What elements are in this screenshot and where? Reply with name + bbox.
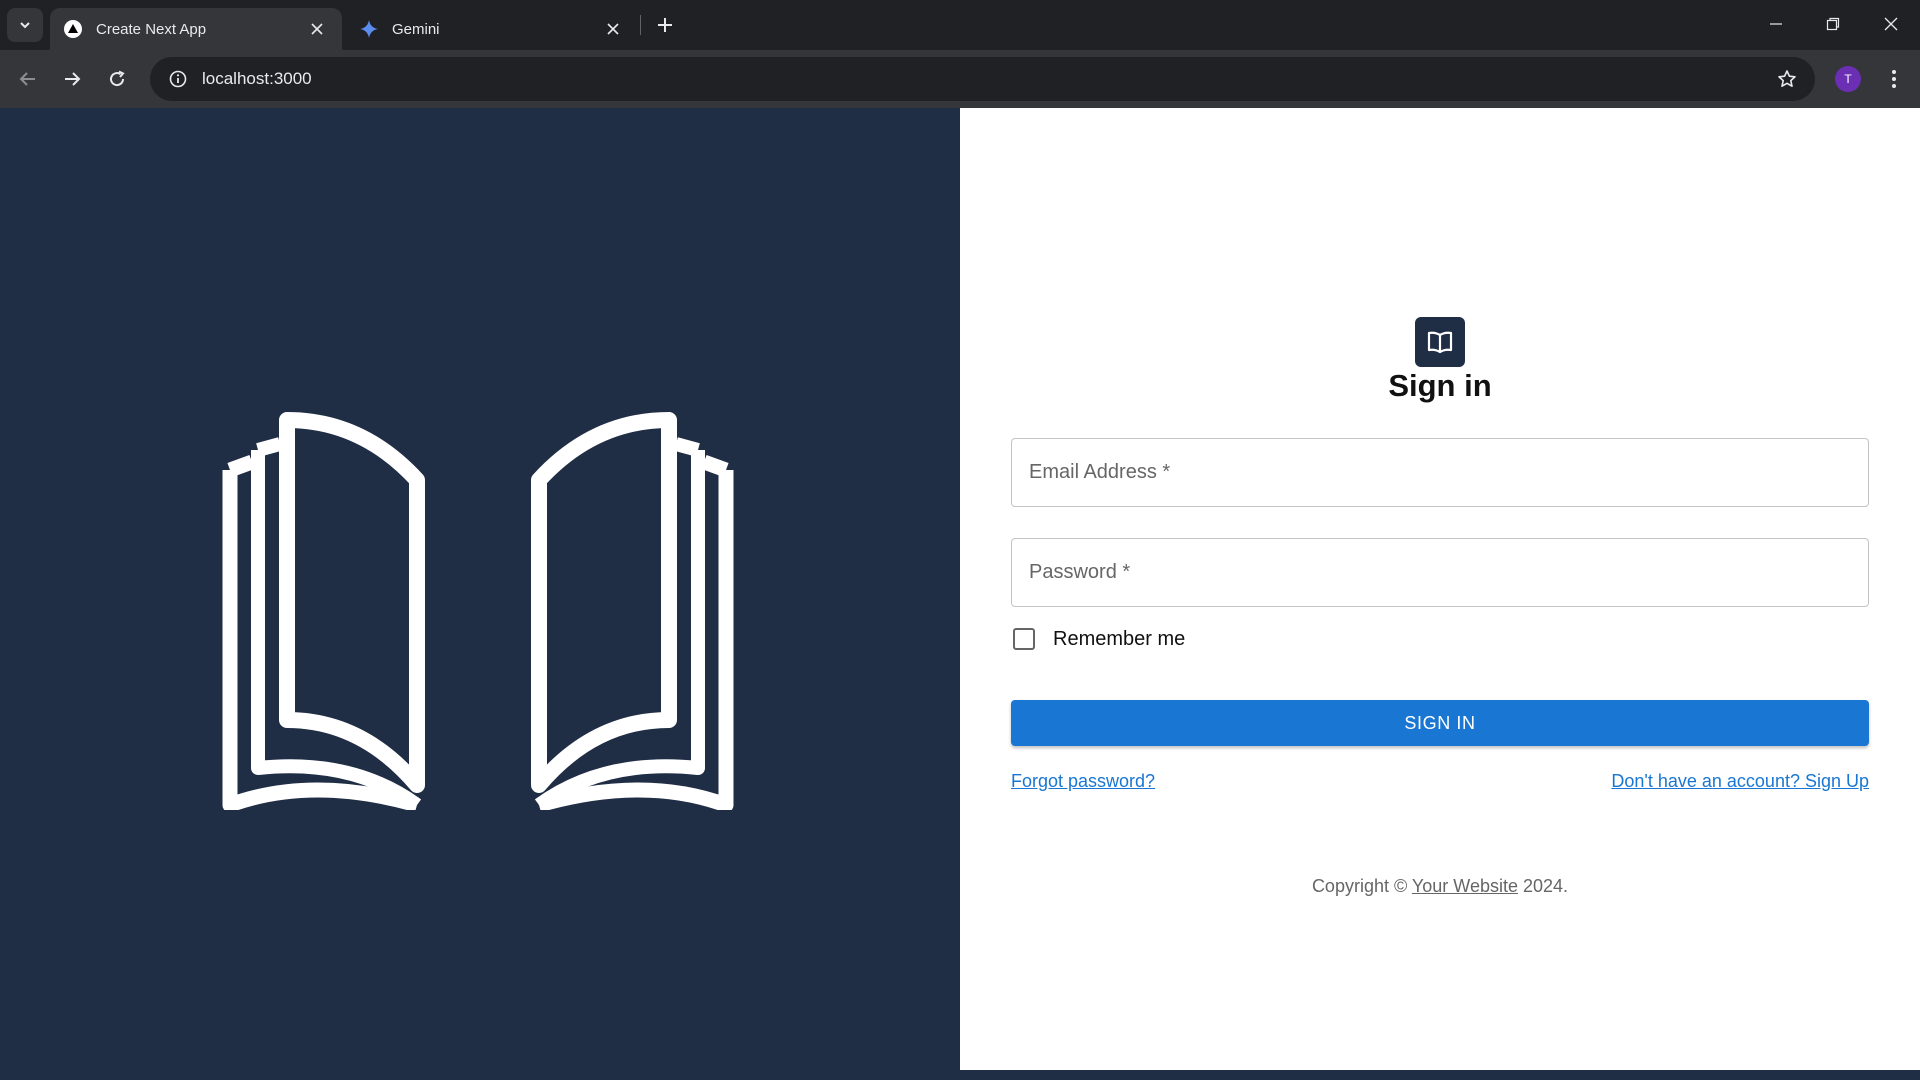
open-book-icon (222, 412, 734, 810)
copyright-prefix: Copyright © (1311, 876, 1412, 896)
bookmark-star-icon[interactable] (1765, 57, 1809, 101)
chevron-down-icon (20, 22, 30, 29)
remember-me-checkbox[interactable] (1013, 628, 1035, 650)
restore-button[interactable] (1810, 6, 1856, 42)
gemini-sparkle-icon (360, 20, 378, 38)
forgot-password-link[interactable]: Forgot password? (1011, 771, 1155, 792)
password-field-container (1011, 538, 1869, 607)
tab-create-next-app[interactable]: Create Next App (50, 8, 342, 50)
close-window-button[interactable] (1868, 6, 1914, 42)
sign-in-panel: Sign in Remember me SIGN IN Forgot passw… (1011, 108, 1869, 1070)
tab-search-button[interactable] (7, 8, 43, 42)
back-button[interactable] (10, 61, 46, 97)
copyright-suffix: 2024. (1518, 876, 1569, 896)
browser-toolbar: localhost:3000 T (0, 50, 1920, 108)
close-icon (1884, 17, 1898, 31)
new-tab-button[interactable] (650, 10, 680, 40)
browser-menu-button[interactable] (1877, 61, 1911, 97)
sign-in-button[interactable]: SIGN IN (1011, 700, 1869, 746)
remember-me-label[interactable]: Remember me (1053, 628, 1185, 651)
copyright-text: Copyright © Your Website 2024. (1011, 876, 1869, 897)
bottom-edge (0, 1070, 1920, 1080)
page-title: Sign in (1388, 368, 1492, 403)
arrow-right-icon (65, 72, 81, 86)
email-field-container (1011, 438, 1869, 507)
close-tab-icon[interactable] (602, 18, 624, 40)
email-field[interactable] (1012, 439, 1868, 506)
more-vert-icon (1892, 70, 1896, 88)
tab-title: Gemini (392, 20, 440, 38)
page-content: Sign in Remember me SIGN IN Forgot passw… (0, 108, 1920, 1070)
tab-separator (640, 15, 641, 35)
nextjs-triangle-icon (64, 20, 82, 38)
address-bar[interactable]: localhost:3000 (150, 57, 1815, 101)
minimize-icon (1770, 23, 1782, 25)
forward-button[interactable] (54, 61, 90, 97)
sign-up-link[interactable]: Don't have an account? Sign Up (1611, 771, 1869, 792)
plus-icon (658, 18, 672, 32)
profile-avatar[interactable]: T (1835, 66, 1861, 92)
tab-title: Create Next App (96, 20, 207, 38)
url-text[interactable]: localhost:3000 (202, 69, 1765, 89)
tab-gemini[interactable]: Gemini (346, 8, 638, 50)
close-tab-icon[interactable] (306, 18, 328, 40)
hero-panel (0, 108, 960, 1070)
restore-icon (1826, 17, 1840, 31)
arrow-left-icon (19, 72, 35, 86)
reload-button[interactable] (99, 61, 135, 97)
menu-book-icon (1415, 317, 1465, 367)
site-info-icon[interactable] (156, 57, 200, 101)
remember-me-control[interactable]: Remember me (1011, 624, 1185, 654)
minimize-button[interactable] (1753, 6, 1799, 42)
password-field[interactable] (1012, 539, 1868, 606)
reload-icon (110, 70, 125, 87)
website-link[interactable]: Your Website (1412, 876, 1518, 896)
browser-tab-bar: Create Next App Gemini (0, 0, 1920, 50)
